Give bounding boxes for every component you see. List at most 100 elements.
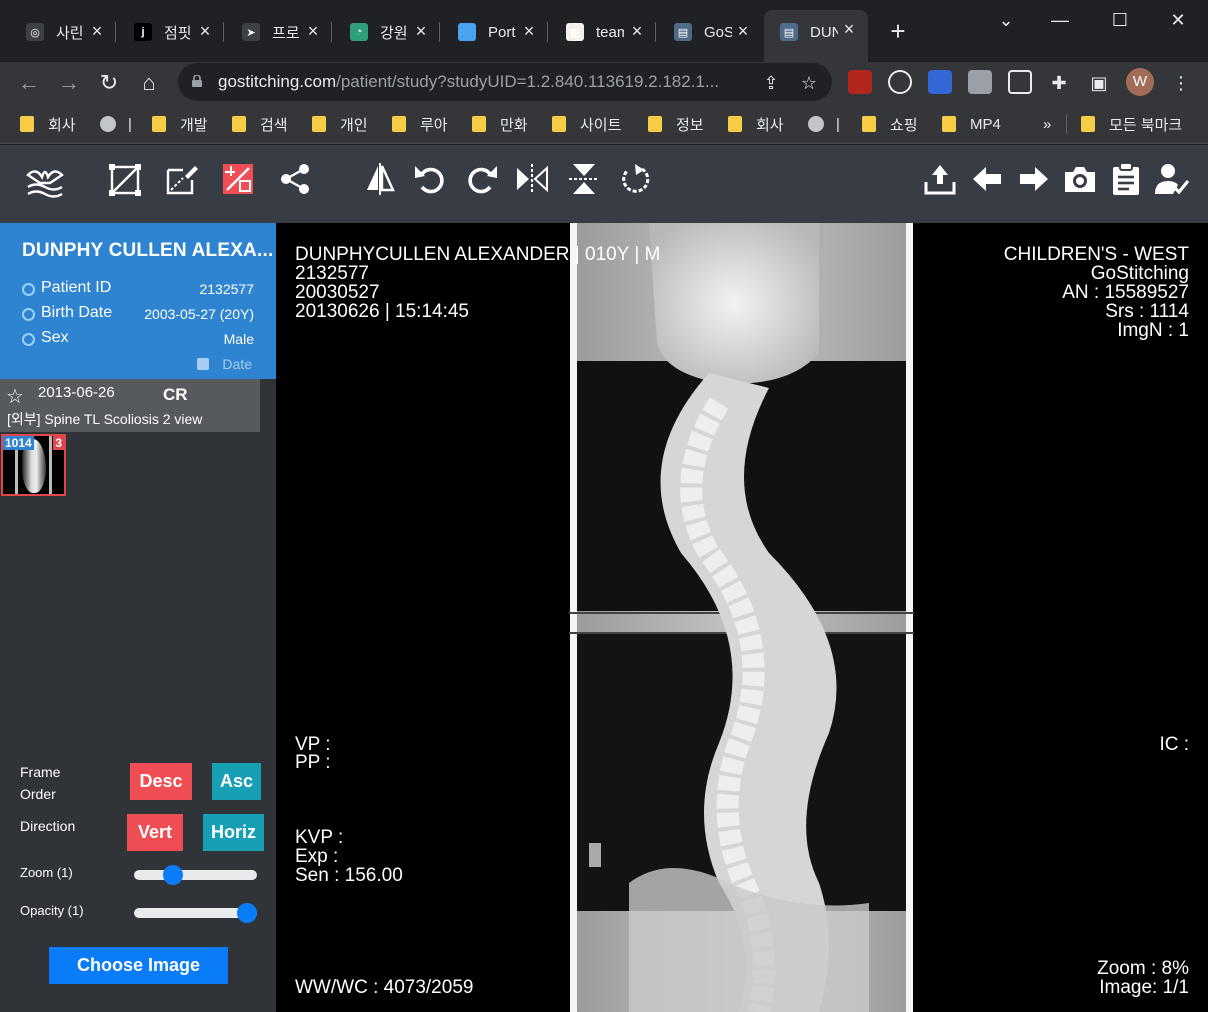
maximize-button[interactable]: ☐ [1100, 6, 1140, 34]
bookmark-item[interactable]: | [808, 113, 840, 135]
tab-close-icon[interactable]: × [628, 22, 646, 40]
tab-close-icon[interactable]: × [520, 22, 538, 40]
image-viewer[interactable]: DUNPHYCULLEN ALEXANDER | 010Y | M 213257… [276, 223, 1208, 1012]
profile-avatar[interactable]: W [1126, 68, 1154, 96]
asc-button[interactable]: Asc [212, 763, 261, 800]
minimize-button[interactable]: — [1040, 6, 1080, 34]
new-tab-button[interactable]: + [884, 18, 912, 46]
browser-tab[interactable]: ▤ DUN × [764, 10, 868, 62]
study-date: 2013-06-26 [38, 384, 115, 401]
app-logo-icon[interactable] [24, 163, 66, 199]
minimize-window-button[interactable]: ⌄ [986, 6, 1026, 34]
reload-icon[interactable]: ↻ [94, 68, 124, 98]
bookmark-item[interactable]: 루아 [392, 113, 448, 135]
next-arrow-icon[interactable] [1016, 161, 1052, 197]
rotate-left-icon[interactable] [412, 161, 448, 197]
bookmark-item[interactable]: 쇼핑 [862, 113, 918, 135]
folder-icon [728, 116, 742, 132]
tab-favicon-icon: j [134, 23, 152, 41]
opacity-slider-knob[interactable] [237, 903, 257, 923]
image-extension-icon[interactable] [968, 70, 992, 94]
clipboard-icon[interactable] [1108, 161, 1144, 197]
bookmark-item[interactable]: 회사 [20, 113, 76, 135]
browser-tab[interactable]: ➤ 프로 × [226, 12, 332, 52]
reset-rotate-icon[interactable] [617, 161, 653, 197]
tab-close-icon[interactable]: × [734, 22, 752, 40]
crop-line-tool-icon[interactable] [108, 161, 144, 197]
vert-button[interactable]: Vert [127, 814, 183, 851]
tab-close-icon[interactable]: × [412, 22, 430, 40]
rotate-right-icon[interactable] [464, 161, 500, 197]
star-icon[interactable]: ☆ [6, 384, 24, 409]
browser-tab[interactable]: ◔ 강원 × [334, 12, 440, 52]
invert-icon[interactable] [362, 161, 398, 197]
all-bookmarks-button[interactable]: 모든 북마크 [1066, 113, 1182, 135]
date-filter[interactable]: Date [197, 356, 252, 372]
forward-arrow-icon[interactable]: → [54, 68, 84, 98]
bookmark-label: 회사 [48, 116, 76, 134]
bookmark-item[interactable]: 회사 [728, 113, 784, 135]
frame-order-label-line2: Order [20, 786, 56, 802]
bookmark-item[interactable]: MP4 [942, 113, 1001, 135]
zoom-slider-knob[interactable] [162, 865, 183, 885]
close-window-button[interactable]: ✕ [1158, 6, 1198, 34]
series-thumbnail[interactable]: 1014 3 [1, 434, 66, 496]
browser-tab[interactable]: Port × [442, 12, 548, 52]
bookmark-label: MP4 [970, 115, 1001, 133]
tab-close-icon[interactable]: × [88, 22, 106, 40]
bookmark-item[interactable]: | [100, 113, 132, 135]
birth-date-row: Birth Date 2003-05-27 (20Y) [22, 303, 254, 325]
window-extension-icon[interactable] [1008, 70, 1032, 94]
bookmark-item[interactable]: 개발 [152, 113, 208, 135]
browser-tab[interactable]: ◎ 사린 × [10, 12, 116, 52]
flip-horizontal-icon[interactable] [514, 161, 550, 197]
zoom-slider[interactable] [134, 865, 257, 885]
tab-favicon-icon: ◎ [26, 23, 44, 41]
menu-kebab-icon[interactable]: ⋮ [1170, 72, 1192, 94]
bookmark-star-icon[interactable]: ☆ [798, 72, 820, 94]
xray-image [569, 223, 914, 1012]
browser-tab[interactable]: j 점핏 × [118, 12, 224, 52]
w-extension-icon[interactable] [888, 70, 912, 94]
left-panel: DUNPHY CULLEN ALEXA... Patient ID 213257… [0, 223, 276, 1012]
share-icon[interactable]: ⇪ [760, 72, 782, 94]
overlay-study-datetime: 20130626 | 15:14:45 [295, 301, 469, 322]
flip-vertical-icon[interactable] [566, 161, 602, 197]
address-bar[interactable]: gostitching.com/patient/study?studyUID=1… [178, 63, 832, 101]
ublock-extension-icon[interactable] [848, 70, 872, 94]
side-panel-icon[interactable]: ▣ [1088, 72, 1110, 94]
tab-close-icon[interactable]: × [304, 22, 322, 40]
auto-stitch-tool-icon[interactable] [220, 161, 256, 197]
patient-id-label: Patient ID [41, 279, 112, 296]
puzzle-extensions-icon[interactable]: ✚ [1048, 72, 1070, 94]
camera-icon[interactable] [1062, 161, 1098, 197]
study-item[interactable]: ☆ 2013-06-26 CR [외부] Spine TL Scoliosis … [0, 379, 260, 432]
bookmarks-overflow-button[interactable]: » [1043, 113, 1051, 135]
url-text: gostitching.com/patient/study?studyUID=1… [218, 72, 719, 92]
bookmark-item[interactable]: 검색 [232, 113, 288, 135]
choose-image-button[interactable]: Choose Image [49, 947, 228, 984]
bookmark-item[interactable]: 만화 [472, 113, 528, 135]
tab-separator [331, 22, 332, 42]
tab-title: 강원 [380, 24, 408, 42]
back-arrow-icon[interactable]: ← [14, 68, 44, 98]
tab-close-icon[interactable]: × [840, 20, 858, 38]
opacity-slider[interactable] [134, 903, 257, 923]
bookmark-item[interactable]: 사이트 [552, 113, 621, 135]
browser-tab[interactable]: ▤ GoS × [658, 12, 762, 52]
home-icon[interactable]: ⌂ [134, 68, 164, 98]
dropbox-extension-icon[interactable] [928, 70, 952, 94]
desc-button[interactable]: Desc [130, 763, 192, 800]
edit-stitch-tool-icon[interactable] [164, 161, 200, 197]
upload-icon[interactable] [922, 161, 958, 197]
user-check-icon[interactable] [1154, 161, 1190, 197]
previous-arrow-icon[interactable] [969, 161, 1005, 197]
bookmark-item[interactable]: 개인 [312, 113, 368, 135]
share-nodes-icon[interactable] [277, 161, 313, 197]
tab-close-icon[interactable]: × [196, 22, 214, 40]
horiz-button[interactable]: Horiz [203, 814, 264, 851]
bookmark-item[interactable]: 정보 [648, 113, 704, 135]
series-number-badge: 1014 [3, 436, 34, 450]
browser-tab[interactable]: ▦ team × [550, 12, 656, 52]
patient-card[interactable]: DUNPHY CULLEN ALEXA... Patient ID 213257… [0, 223, 276, 379]
